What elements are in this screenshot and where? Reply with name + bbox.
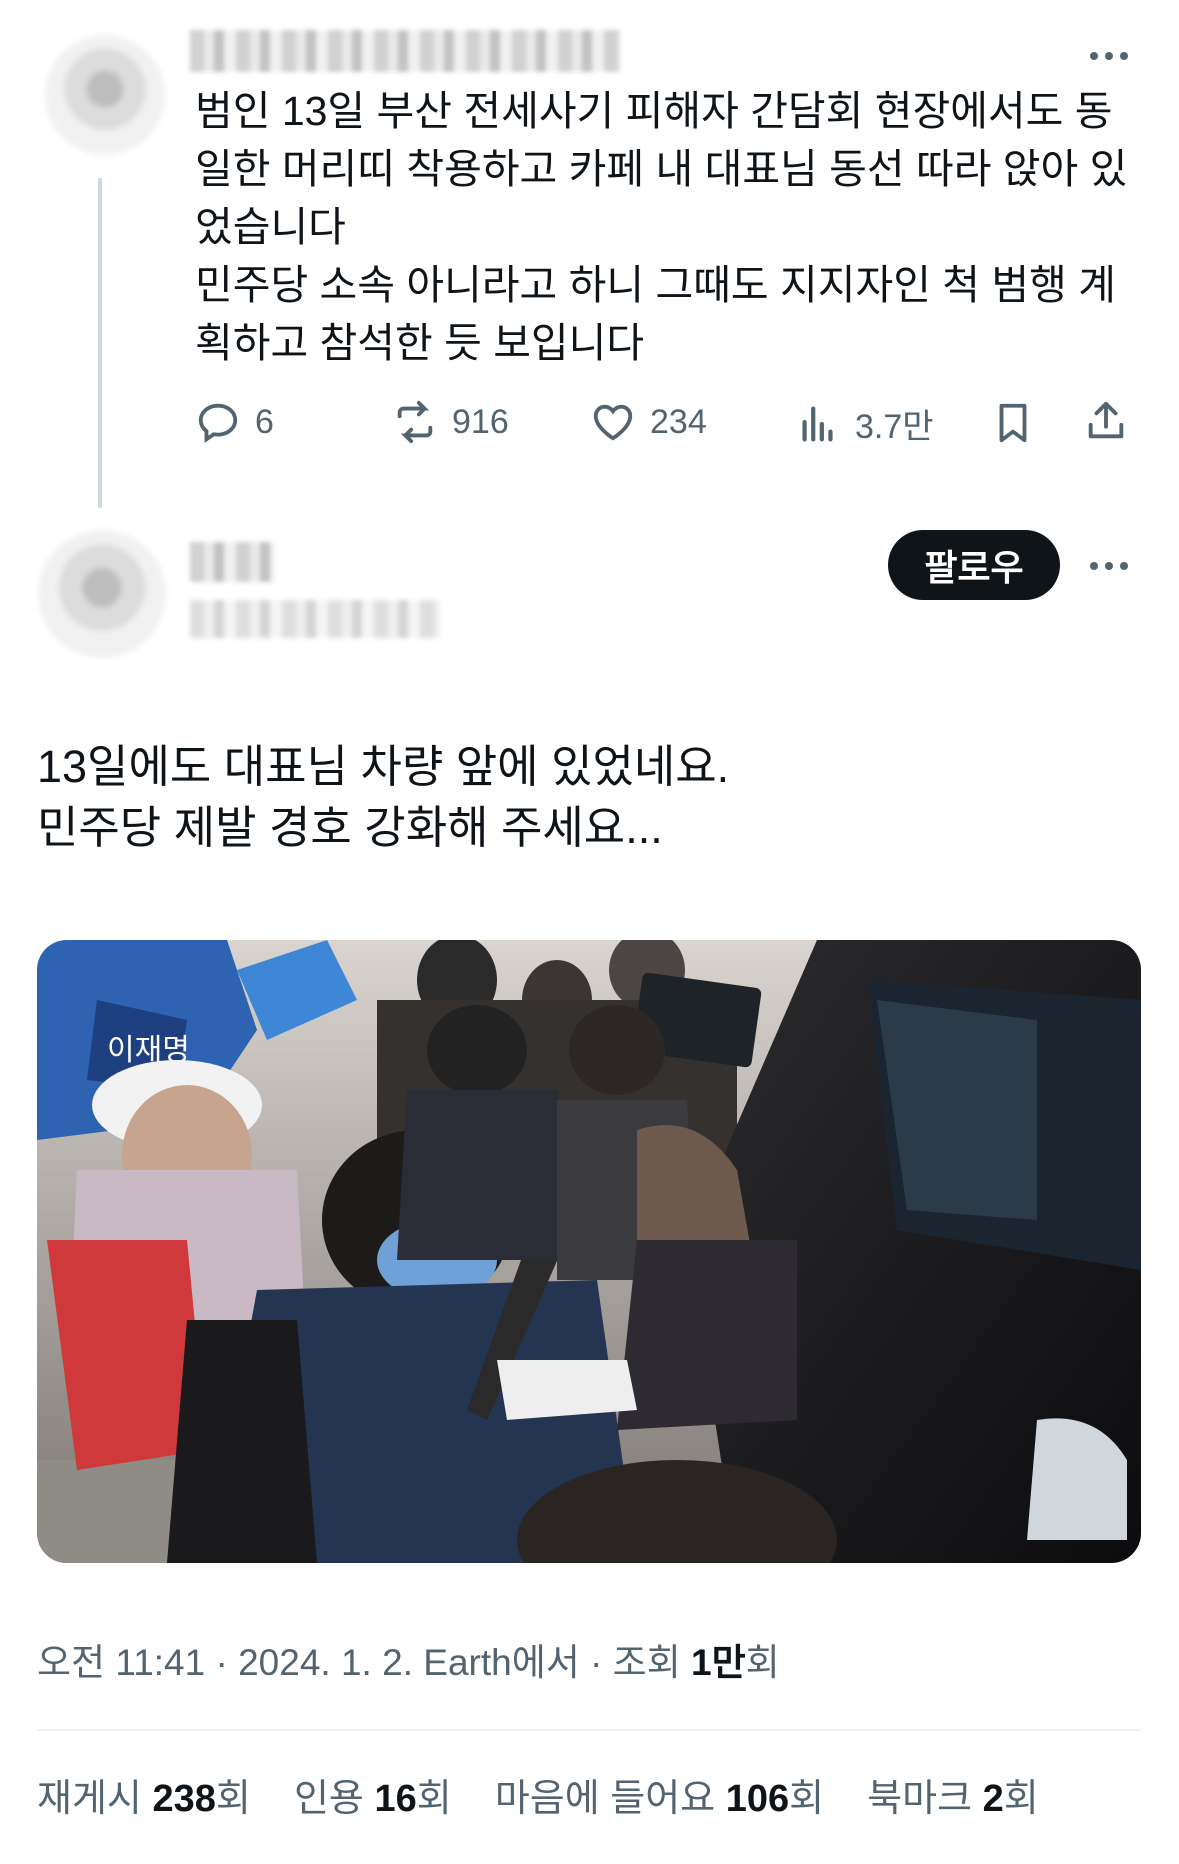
views-suffix: 회: [745, 1642, 780, 1683]
bookmarks-stat[interactable]: 북마크 2회: [867, 1778, 1039, 1820]
repost-count: 916: [452, 402, 509, 441]
reply-text-line: 일한 머리띠 착용하고 카페 내 대표님 동선 따라 앉아 있: [195, 146, 1128, 192]
photo-illustration: 이재명 LI: [37, 940, 1141, 1563]
views-button[interactable]: 3.7만: [795, 399, 934, 448]
follow-button[interactable]: 팔로우: [888, 530, 1060, 600]
meta-separator: ·: [205, 1642, 239, 1683]
share-icon: [1088, 401, 1124, 439]
bookmark-icon: [999, 403, 1027, 443]
like-button[interactable]: 234: [590, 399, 707, 445]
reply-text-line: 었습니다: [195, 204, 346, 250]
divider: [37, 1729, 1141, 1731]
reposts-stat[interactable]: 재게시 238회: [37, 1778, 251, 1820]
tweet-source: Earth에서: [412, 1642, 580, 1683]
quotes-stat[interactable]: 인용 16회: [294, 1778, 452, 1820]
main-author-name-redacted[interactable]: [190, 542, 275, 582]
likes-value: 106: [725, 1778, 790, 1820]
views-icon: [802, 406, 833, 441]
reply-text-line: 범인 13일 부산 전세사기 피해자 간담회 현장에서도 동: [195, 88, 1113, 134]
quotes-label: 인용: [293, 1778, 375, 1820]
bookmarks-label: 북마크: [867, 1778, 983, 1820]
tweet-stats: 재게시 238회 인용 16회 마음에 들어요 106회 북마크 2회: [37, 1767, 1039, 1822]
share-button[interactable]: [1083, 398, 1129, 444]
reply-text-line: 획하고 참석한 듯 보입니다: [195, 320, 645, 366]
bookmark-button[interactable]: [990, 400, 1036, 446]
quotes-value: 16: [374, 1778, 417, 1820]
reposts-label: 재게시: [37, 1778, 153, 1820]
views-value: 1만: [691, 1642, 746, 1683]
reply-more-icon[interactable]: [1090, 52, 1128, 60]
likes-label: 마음에 들어요: [494, 1778, 726, 1820]
meta-separator: ·: [579, 1642, 613, 1683]
reply-icon: [198, 403, 238, 443]
main-text-line: 민주당 제발 경호 강화해 주세요...: [37, 802, 663, 853]
reply-avatar[interactable]: [45, 35, 165, 155]
reposts-value: 238: [152, 1778, 216, 1820]
main-text: 13일에도 대표님 차량 앞에 있었네요. 민주당 제발 경호 강화해 주세요.…: [37, 736, 1137, 858]
reply-text-line: 민주당 소속 아니라고 하니 그때도 지지자인 척 범행 계: [195, 262, 1116, 308]
like-count: 234: [650, 402, 707, 441]
bookmarks-suffix: 회: [1003, 1778, 1039, 1820]
bookmarks-value: 2: [982, 1778, 1004, 1820]
reply-count: 6: [255, 402, 274, 441]
like-icon: [593, 404, 633, 441]
tweet-meta: 오전 11:41 · 2024. 1. 2. Earth에서 · 조회 1만회: [37, 1632, 780, 1686]
repost-button[interactable]: 916: [392, 399, 509, 445]
tweet-time[interactable]: 오전 11:41: [37, 1642, 205, 1683]
reply-text: 범인 13일 부산 전세사기 피해자 간담회 현장에서도 동 일한 머리띠 착용…: [195, 82, 1155, 372]
views-label: 조회: [612, 1642, 692, 1683]
reposts-suffix: 회: [215, 1778, 251, 1820]
tweet-date[interactable]: 2024. 1. 2.: [238, 1642, 413, 1683]
tweet-photo[interactable]: 이재명 LI: [37, 940, 1141, 1563]
main-author-handle-redacted[interactable]: [190, 600, 440, 638]
quotes-suffix: 회: [416, 1778, 452, 1820]
main-more-icon[interactable]: [1090, 562, 1128, 570]
repost-icon: [397, 400, 433, 444]
main-text-line: 13일에도 대표님 차량 앞에 있었네요.: [37, 741, 730, 792]
likes-suffix: 회: [789, 1778, 825, 1820]
thread-line: [98, 178, 102, 508]
reply-button[interactable]: 6: [195, 399, 274, 445]
reply-author-name-redacted[interactable]: [190, 30, 620, 72]
likes-stat[interactable]: 마음에 들어요 106회: [495, 1778, 824, 1820]
views-count: 3.7만: [855, 408, 934, 446]
main-avatar[interactable]: [38, 530, 166, 658]
